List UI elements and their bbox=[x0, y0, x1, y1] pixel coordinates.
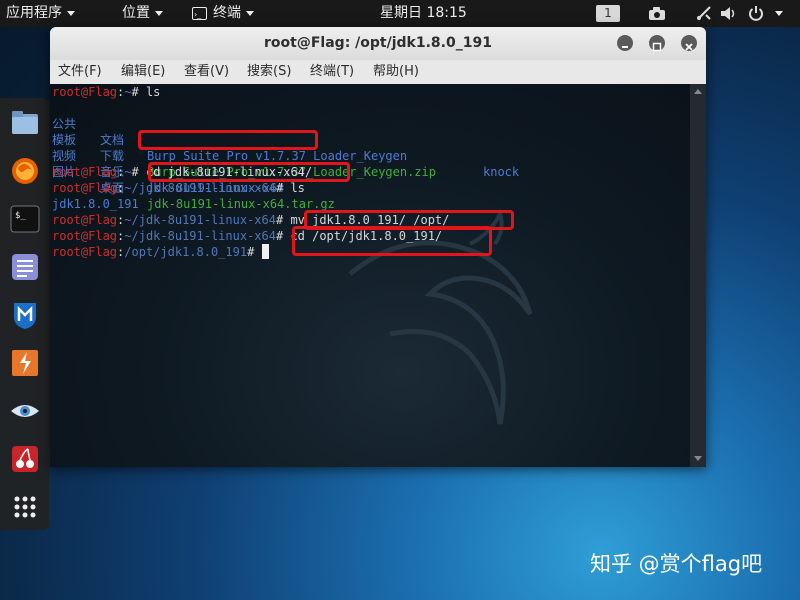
annotation-highlight bbox=[292, 226, 492, 256]
menu-terminal[interactable]: 终端(T) bbox=[310, 60, 354, 84]
menubar: 文件(F) 编辑(E) 查看(V) 搜索(S) 终端(T) 帮助(H) bbox=[50, 60, 706, 85]
applications-menu[interactable]: 应用程序 bbox=[6, 0, 75, 27]
prompt-user: root@Flag bbox=[52, 229, 118, 243]
prompt-symbol: # bbox=[275, 181, 291, 195]
prompt-path: ~ bbox=[124, 165, 132, 179]
dir-entry: knock bbox=[483, 165, 520, 179]
camera-icon[interactable] bbox=[648, 6, 666, 21]
prompt-symbol: # bbox=[131, 85, 146, 99]
terminal-app-label: 终端 bbox=[213, 5, 241, 21]
terminal-line: root@Flag:/opt/jdk1.8.0_191# bbox=[52, 244, 269, 260]
places-menu[interactable]: 位置 bbox=[122, 0, 163, 27]
applications-label: 应用程序 bbox=[6, 5, 62, 21]
command-text: ls bbox=[145, 85, 161, 99]
prompt-symbol: # bbox=[131, 165, 146, 179]
prompt-path: ~/jdk-8u191-linux-x64 bbox=[124, 213, 276, 227]
prompt-symbol: # bbox=[275, 229, 291, 243]
window-title: root@Flag: /opt/jdk1.8.0_191 bbox=[264, 35, 492, 51]
command-text: ls bbox=[290, 181, 305, 195]
dir-entry: jdk1.8.0_191 bbox=[52, 197, 139, 211]
dock: $_ bbox=[0, 98, 49, 530]
chevron-down-icon bbox=[67, 10, 75, 16]
window-titlebar[interactable]: root@Flag: /opt/jdk1.8.0_191 bbox=[50, 27, 706, 60]
scroll-down-icon[interactable] bbox=[694, 456, 702, 461]
text-editor-icon[interactable] bbox=[10, 252, 40, 282]
files-icon[interactable] bbox=[10, 108, 40, 138]
terminal-output[interactable]: root@Flag:~# ls 公共 文档 Burp_Suite_Pro_v1.… bbox=[50, 84, 690, 467]
terminal-line: root@Flag:~/jdk-8u191-linux-x64# ls bbox=[52, 180, 305, 196]
close-icon bbox=[685, 43, 693, 51]
terminal-icon bbox=[192, 1, 207, 28]
burpsuite-icon[interactable] bbox=[10, 348, 40, 378]
places-label: 位置 bbox=[122, 5, 150, 21]
chevron-down-icon bbox=[246, 10, 254, 16]
chevron-down-icon bbox=[155, 10, 163, 16]
terminal-icon[interactable]: $_ bbox=[10, 204, 40, 234]
prompt-symbol: # bbox=[247, 245, 262, 259]
menu-edit[interactable]: 编辑(E) bbox=[121, 60, 165, 84]
prompt-user: root@Flag bbox=[52, 165, 118, 179]
volume-icon[interactable] bbox=[720, 6, 738, 21]
svg-text:$_: $_ bbox=[15, 211, 26, 221]
watermark-text: 知乎 @赏个flag吧 bbox=[590, 552, 763, 576]
chevron-down-icon[interactable] bbox=[775, 11, 783, 16]
firefox-icon[interactable] bbox=[10, 156, 40, 186]
network-icon[interactable] bbox=[696, 5, 712, 21]
prompt-user: root@Flag bbox=[52, 85, 118, 99]
prompt-user: root@Flag bbox=[52, 213, 118, 227]
terminal-app-menu[interactable]: 终端 bbox=[192, 0, 254, 28]
metasploit-icon[interactable] bbox=[10, 300, 40, 330]
top-panel: 应用程序 位置 终端 星期日 18:15 1 bbox=[0, 0, 800, 28]
prompt-path: ~/jdk-8u191-linux-x64 bbox=[124, 181, 276, 195]
menu-file[interactable]: 文件(F) bbox=[58, 60, 102, 84]
menu-help[interactable]: 帮助(H) bbox=[373, 60, 419, 84]
power-icon[interactable] bbox=[748, 5, 764, 21]
prompt-user: root@Flag bbox=[52, 245, 118, 259]
clock[interactable]: 星期日 18:15 bbox=[380, 0, 467, 27]
terminal-line: root@Flag:~# ls bbox=[52, 84, 160, 100]
dir-entry: 文档 bbox=[100, 133, 125, 147]
prompt-symbol: # bbox=[275, 213, 291, 227]
maximize-button[interactable] bbox=[649, 35, 665, 52]
workspace-indicator[interactable]: 1 bbox=[596, 5, 620, 22]
menu-search[interactable]: 搜索(S) bbox=[247, 60, 291, 84]
minimize-icon bbox=[622, 46, 628, 48]
dir-entry: 下载 bbox=[100, 149, 125, 163]
ls-output-row: jdk1.8.0_191 bbox=[52, 196, 139, 212]
scrollbar[interactable] bbox=[690, 84, 706, 467]
prompt-path: ~ bbox=[124, 85, 132, 99]
text-cursor bbox=[261, 244, 269, 259]
minimize-button[interactable] bbox=[617, 35, 633, 51]
close-button[interactable] bbox=[681, 35, 697, 51]
scroll-up-icon[interactable] bbox=[694, 89, 702, 94]
cherrytree-icon[interactable] bbox=[10, 444, 40, 474]
maximize-icon bbox=[652, 42, 662, 52]
annotation-highlight bbox=[148, 162, 350, 182]
annotation-highlight bbox=[138, 130, 318, 150]
prompt-path: /opt/jdk1.8.0_191 bbox=[124, 245, 248, 259]
menu-view[interactable]: 查看(V) bbox=[184, 60, 229, 84]
prompt-path: ~/jdk-8u191-linux-x64 bbox=[124, 229, 276, 243]
prompt-user: root@Flag bbox=[52, 181, 118, 195]
terminal-window[interactable]: root@Flag: /opt/jdk1.8.0_191 文件(F) 编辑(E)… bbox=[50, 27, 706, 467]
show-apps-icon[interactable] bbox=[10, 492, 40, 522]
eye-icon[interactable] bbox=[10, 396, 40, 426]
